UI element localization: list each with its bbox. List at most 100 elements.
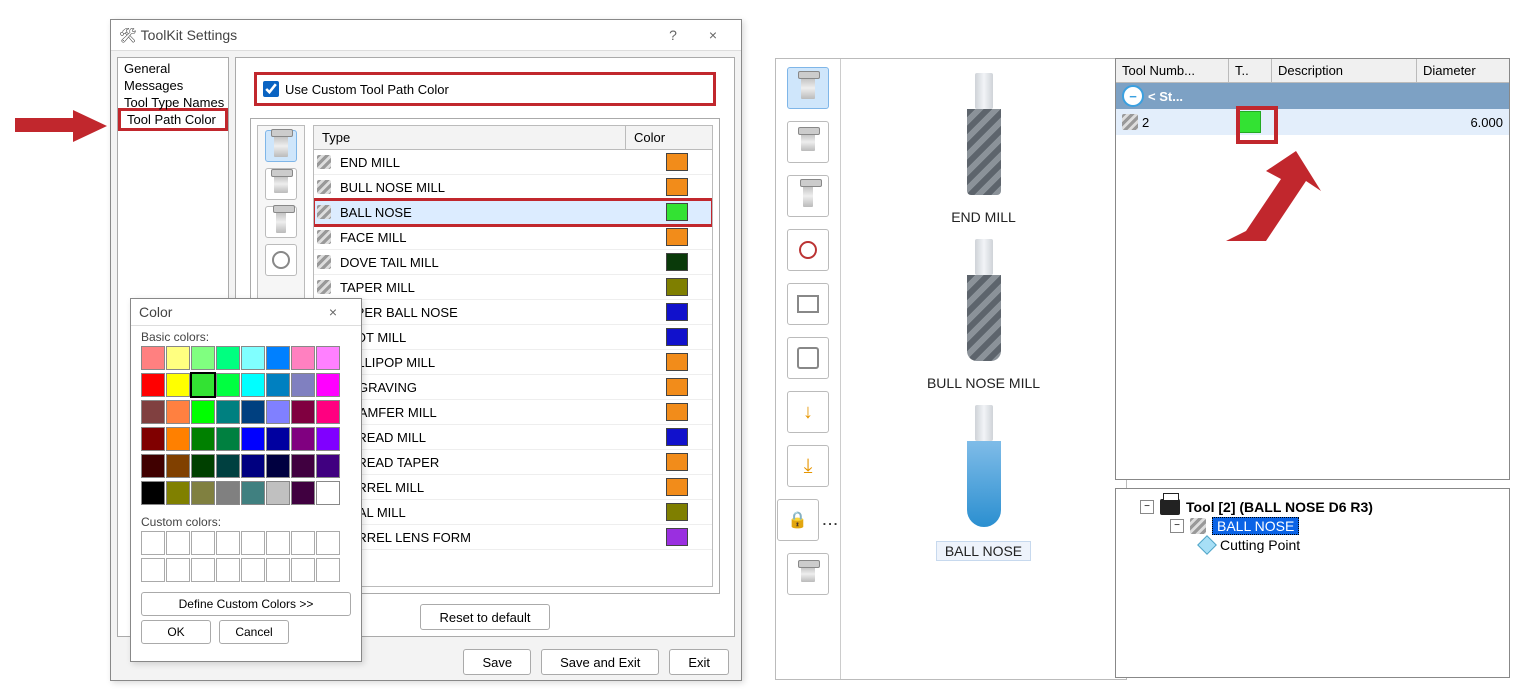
grid-row-tool-2[interactable]: 2 6.000 bbox=[1116, 109, 1509, 135]
cancel-button[interactable]: Cancel bbox=[219, 620, 289, 644]
basic-color-swatch[interactable] bbox=[316, 427, 340, 451]
basic-color-swatch[interactable] bbox=[266, 481, 290, 505]
custom-color-slot[interactable] bbox=[266, 558, 290, 582]
category-drilling-icon[interactable] bbox=[265, 168, 297, 200]
list-body[interactable]: END MILLBULL NOSE MILLBALL NOSEFACE MILL… bbox=[314, 150, 712, 586]
tree-root[interactable]: − Tool [2] (BALL NOSE D6 R3) bbox=[1140, 499, 1503, 515]
basic-color-swatch[interactable] bbox=[316, 400, 340, 424]
custom-color-slot[interactable] bbox=[316, 558, 340, 582]
basic-color-swatch[interactable] bbox=[241, 427, 265, 451]
tool-type-row[interactable]: SLOT MILL bbox=[314, 325, 712, 350]
color-close-button[interactable]: × bbox=[313, 304, 353, 320]
help-button[interactable]: ? bbox=[653, 27, 693, 43]
basic-color-swatch[interactable] bbox=[216, 454, 240, 478]
custom-color-slot[interactable] bbox=[166, 531, 190, 555]
grid-row-station[interactable]: −< St... bbox=[1116, 83, 1509, 109]
basic-color-swatch[interactable] bbox=[191, 454, 215, 478]
save-exit-button[interactable]: Save and Exit bbox=[541, 649, 659, 675]
collapse-icon[interactable]: − bbox=[1122, 85, 1144, 107]
basic-color-swatch[interactable] bbox=[291, 454, 315, 478]
row-color-swatch[interactable] bbox=[666, 178, 688, 196]
basic-color-swatch[interactable] bbox=[316, 481, 340, 505]
col-tool-number[interactable]: Tool Numb... bbox=[1116, 59, 1229, 82]
preview-ball-nose-label[interactable]: BALL NOSE bbox=[936, 541, 1031, 561]
basic-color-swatch[interactable] bbox=[191, 400, 215, 424]
filter-mill-icon[interactable] bbox=[787, 67, 829, 109]
reset-button[interactable]: Reset to default bbox=[420, 604, 549, 630]
row-color-swatch[interactable] bbox=[666, 303, 688, 321]
basic-color-swatch[interactable] bbox=[141, 373, 165, 397]
preview-column[interactable]: END MILL BULL NOSE MILL BALL NOSE bbox=[841, 59, 1126, 679]
custom-color-slot[interactable] bbox=[216, 531, 240, 555]
row-color-swatch[interactable] bbox=[666, 228, 688, 246]
tool-type-row[interactable]: BALL NOSE bbox=[314, 200, 712, 225]
filter-probe-icon[interactable] bbox=[787, 229, 829, 271]
basic-color-swatch[interactable] bbox=[191, 373, 215, 397]
custom-color-slot[interactable] bbox=[141, 531, 165, 555]
basic-color-swatch[interactable] bbox=[216, 373, 240, 397]
basic-color-swatch[interactable] bbox=[141, 427, 165, 451]
category-milling-icon[interactable] bbox=[265, 130, 297, 162]
basic-color-swatch[interactable] bbox=[141, 400, 165, 424]
row-color-swatch[interactable] bbox=[666, 428, 688, 446]
nav-general[interactable]: General bbox=[118, 60, 228, 77]
basic-color-swatch[interactable] bbox=[216, 400, 240, 424]
custom-color-slot[interactable] bbox=[291, 558, 315, 582]
basic-color-swatch[interactable] bbox=[316, 346, 340, 370]
basic-color-swatch[interactable] bbox=[241, 454, 265, 478]
row-color-swatch[interactable] bbox=[666, 353, 688, 371]
basic-color-swatch[interactable] bbox=[316, 454, 340, 478]
basic-color-swatch[interactable] bbox=[291, 400, 315, 424]
filter-export-icon[interactable]: ⤓ bbox=[787, 445, 829, 487]
basic-color-swatch[interactable] bbox=[241, 481, 265, 505]
row-color-swatch[interactable] bbox=[666, 203, 688, 221]
filter-misc-icon[interactable] bbox=[787, 553, 829, 595]
basic-color-swatch[interactable] bbox=[216, 346, 240, 370]
tool-type-row[interactable]: BARREL MILL bbox=[314, 475, 712, 500]
tool-type-row[interactable]: BULL NOSE MILL bbox=[314, 175, 712, 200]
basic-color-swatch[interactable] bbox=[316, 373, 340, 397]
tool-type-row[interactable]: DOVE TAIL MILL bbox=[314, 250, 712, 275]
basic-color-swatch[interactable] bbox=[266, 427, 290, 451]
tool-type-row[interactable]: OVAL MILL bbox=[314, 500, 712, 525]
basic-color-swatch[interactable] bbox=[166, 346, 190, 370]
basic-color-swatch[interactable] bbox=[166, 454, 190, 478]
custom-color-slot[interactable] bbox=[191, 531, 215, 555]
custom-color-slot[interactable] bbox=[291, 531, 315, 555]
tool-type-row[interactable]: CHAMFER MILL bbox=[314, 400, 712, 425]
custom-color-slot[interactable] bbox=[316, 531, 340, 555]
basic-color-swatch[interactable] bbox=[241, 400, 265, 424]
save-button[interactable]: Save bbox=[463, 649, 531, 675]
basic-color-swatch[interactable] bbox=[216, 481, 240, 505]
custom-color-slot[interactable] bbox=[241, 558, 265, 582]
tree-cutting-point[interactable]: Cutting Point bbox=[1200, 537, 1503, 553]
category-turning-icon[interactable] bbox=[265, 206, 297, 238]
basic-color-swatch[interactable] bbox=[141, 454, 165, 478]
basic-color-swatch[interactable] bbox=[191, 427, 215, 451]
use-custom-color-row[interactable]: Use Custom Tool Path Color bbox=[254, 72, 716, 106]
row-color-swatch[interactable] bbox=[666, 403, 688, 421]
custom-color-slot[interactable] bbox=[166, 558, 190, 582]
basic-color-swatch[interactable] bbox=[266, 346, 290, 370]
basic-color-swatch[interactable] bbox=[291, 427, 315, 451]
header-type[interactable]: Type bbox=[314, 126, 625, 149]
row-color-swatch[interactable] bbox=[666, 253, 688, 271]
row-color-swatch[interactable] bbox=[666, 528, 688, 546]
titlebar[interactable]: 🛠 ToolKit Settings ? × bbox=[111, 20, 741, 51]
use-custom-color-checkbox[interactable] bbox=[263, 81, 279, 97]
custom-color-slot[interactable] bbox=[216, 558, 240, 582]
basic-color-swatch[interactable] bbox=[291, 481, 315, 505]
tool-type-row[interactable]: FACE MILL bbox=[314, 225, 712, 250]
define-custom-colors-button[interactable]: Define Custom Colors >> bbox=[141, 592, 351, 616]
col-diameter[interactable]: Diameter bbox=[1417, 59, 1509, 82]
nav-tool-path-color[interactable]: Tool Path Color bbox=[118, 108, 228, 131]
nav-messages[interactable]: Messages bbox=[118, 77, 228, 94]
tool-type-row[interactable]: ENGRAVING bbox=[314, 375, 712, 400]
basic-color-swatch[interactable] bbox=[191, 346, 215, 370]
row-color-swatch[interactable] bbox=[666, 453, 688, 471]
tool-type-row[interactable]: THREAD TAPER bbox=[314, 450, 712, 475]
tree-ball-nose[interactable]: − BALL NOSE bbox=[1170, 517, 1503, 535]
basic-color-swatch[interactable] bbox=[141, 481, 165, 505]
row-color-swatch[interactable] bbox=[666, 278, 688, 296]
close-button[interactable]: × bbox=[693, 27, 733, 43]
